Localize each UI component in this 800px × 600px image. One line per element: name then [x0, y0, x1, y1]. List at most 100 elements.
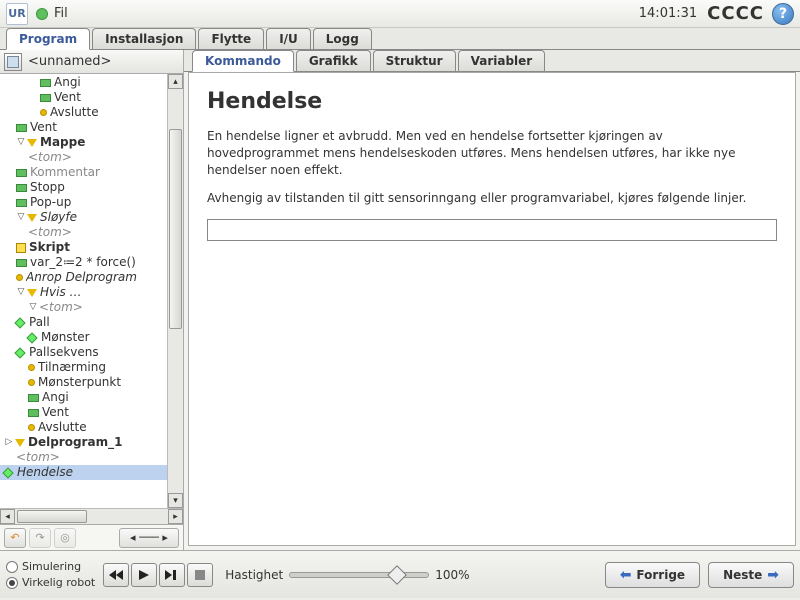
- node-label: Delprogram_1: [28, 435, 122, 450]
- hscroll-track[interactable]: [15, 509, 168, 524]
- undo-button[interactable]: ↶: [4, 528, 26, 548]
- scroll-right-icon[interactable]: ▸: [168, 509, 183, 524]
- node-icon: [27, 214, 37, 222]
- tree-row[interactable]: Hendelse: [0, 465, 167, 480]
- tree-row[interactable]: ▽Hvis …: [0, 285, 167, 300]
- twist-icon[interactable]: ▽: [28, 300, 38, 315]
- prev-label: Forrige: [636, 568, 685, 582]
- program-tree[interactable]: AngiVentAvslutteVent▽Mappe<tom>Kommentar…: [0, 74, 167, 508]
- tree-row[interactable]: Stopp: [0, 180, 167, 195]
- speed-label: Hastighet: [225, 568, 283, 582]
- step-button[interactable]: [159, 563, 185, 587]
- node-label: <tom>: [39, 300, 83, 315]
- node-label: Vent: [30, 120, 57, 135]
- tab-logg[interactable]: Logg: [313, 28, 372, 49]
- node-label: var_2≔2 * force(): [30, 255, 136, 270]
- expression-input[interactable]: [207, 219, 777, 241]
- twist-icon[interactable]: ▽: [16, 210, 26, 225]
- program-tree-panel: <unnamed> AngiVentAvslutteVent▽Mappe<tom…: [0, 50, 184, 550]
- tree-row[interactable]: Avslutte: [0, 105, 167, 120]
- move-row-control[interactable]: ◂ ─── ▸: [119, 528, 179, 548]
- program-name[interactable]: <unnamed>: [28, 54, 111, 69]
- node-label: Avslutte: [50, 105, 99, 120]
- radio-sim[interactable]: Simulering: [6, 560, 95, 573]
- radio-real[interactable]: Virkelig robot: [6, 576, 95, 589]
- scroll-down-icon[interactable]: ▾: [168, 493, 183, 508]
- target-button[interactable]: ◎: [54, 528, 76, 548]
- node-icon: [28, 409, 39, 417]
- scroll-up-icon[interactable]: ▴: [168, 74, 183, 89]
- tree-row[interactable]: ▷ Delprogram_1: [0, 435, 167, 450]
- subtab-kommando[interactable]: Kommando: [192, 50, 294, 72]
- tab-flytte[interactable]: Flytte: [198, 28, 264, 49]
- command-desc-1: En hendelse ligner et avbrudd. Men ved e…: [207, 128, 777, 178]
- play-controls: [103, 563, 213, 587]
- subtab-grafikk[interactable]: Grafikk: [296, 50, 371, 71]
- tree-row[interactable]: var_2≔2 * force(): [0, 255, 167, 270]
- tree-row[interactable]: Vent: [0, 90, 167, 105]
- slider-handle-icon[interactable]: [387, 565, 407, 585]
- subtab-struktur[interactable]: Struktur: [373, 50, 456, 71]
- tree-row[interactable]: ▽<tom>: [0, 300, 167, 315]
- tree-row[interactable]: Mønsterpunkt: [0, 375, 167, 390]
- speed-slider[interactable]: [289, 572, 429, 578]
- save-icon[interactable]: [4, 53, 22, 71]
- tree-row[interactable]: Mønster: [0, 330, 167, 345]
- tree-row[interactable]: Avslutte: [0, 420, 167, 435]
- tree-row[interactable]: Angi: [0, 75, 167, 90]
- tree-row[interactable]: Kommentar: [0, 165, 167, 180]
- twist-icon[interactable]: ▽: [16, 135, 26, 150]
- scroll-left-icon[interactable]: ◂: [0, 509, 15, 524]
- node-label: <tom>: [28, 150, 72, 165]
- file-menu[interactable]: Fil: [54, 6, 68, 21]
- node-icon: [16, 169, 27, 177]
- prev-button[interactable]: ⬅Forrige: [605, 562, 700, 588]
- tree-row[interactable]: Anrop Delprogram: [0, 270, 167, 285]
- stop-button[interactable]: [187, 563, 213, 587]
- help-icon[interactable]: ?: [772, 3, 794, 25]
- tab-iu[interactable]: I/U: [266, 28, 311, 49]
- vscrollbar[interactable]: ▴ ▾: [167, 74, 183, 508]
- next-button[interactable]: Neste➡: [708, 562, 794, 588]
- redo-button[interactable]: ↷: [29, 528, 51, 548]
- tree-row[interactable]: Angi: [0, 390, 167, 405]
- hscroll-thumb[interactable]: [17, 510, 87, 523]
- tree-toolbar: ↶ ↷ ◎ ◂ ─── ▸: [0, 524, 183, 550]
- tree-row[interactable]: Skript: [0, 240, 167, 255]
- node-label: Mønster: [41, 330, 90, 345]
- node-label: Stopp: [30, 180, 65, 195]
- tree-row[interactable]: Pop-up: [0, 195, 167, 210]
- tree-row[interactable]: Vent: [0, 120, 167, 135]
- node-icon: [27, 139, 37, 147]
- rewind-button[interactable]: [103, 563, 129, 587]
- tree-row[interactable]: <tom>: [0, 225, 167, 240]
- content: <unnamed> AngiVentAvslutteVent▽Mappe<tom…: [0, 50, 800, 550]
- node-icon: [16, 199, 27, 207]
- scroll-thumb[interactable]: [169, 129, 182, 329]
- node-label: Vent: [42, 405, 69, 420]
- node-label: Pallsekvens: [29, 345, 99, 360]
- subtab-variabler[interactable]: Variabler: [458, 50, 546, 71]
- tab-installasjon[interactable]: Installasjon: [92, 28, 196, 49]
- topbar: UR Fil 14:01:31 CCCC ?: [0, 0, 800, 28]
- tree-row[interactable]: Pall: [0, 315, 167, 330]
- scroll-track[interactable]: [168, 89, 183, 493]
- tree-row[interactable]: <tom>: [0, 450, 167, 465]
- tree-row[interactable]: <tom>: [0, 150, 167, 165]
- tab-program[interactable]: Program: [6, 28, 90, 50]
- tree-row[interactable]: ▽Mappe: [0, 135, 167, 150]
- command-desc-2: Avhengig av tilstanden til gitt sensorin…: [207, 190, 777, 207]
- node-icon: [28, 379, 35, 386]
- tree-row[interactable]: Tilnærming: [0, 360, 167, 375]
- tree-row[interactable]: ▽Sløyfe: [0, 210, 167, 225]
- tree-row[interactable]: Vent: [0, 405, 167, 420]
- twist-icon[interactable]: ▽: [16, 285, 26, 300]
- node-label: Angi: [54, 75, 81, 90]
- hscrollbar[interactable]: ◂ ▸: [0, 508, 183, 524]
- tree-row[interactable]: Pallsekvens: [0, 345, 167, 360]
- node-label: Kommentar: [30, 165, 100, 180]
- play-button[interactable]: [131, 563, 157, 587]
- twist-icon[interactable]: ▷: [4, 435, 14, 450]
- node-label: <tom>: [16, 450, 60, 465]
- node-icon: [40, 109, 47, 116]
